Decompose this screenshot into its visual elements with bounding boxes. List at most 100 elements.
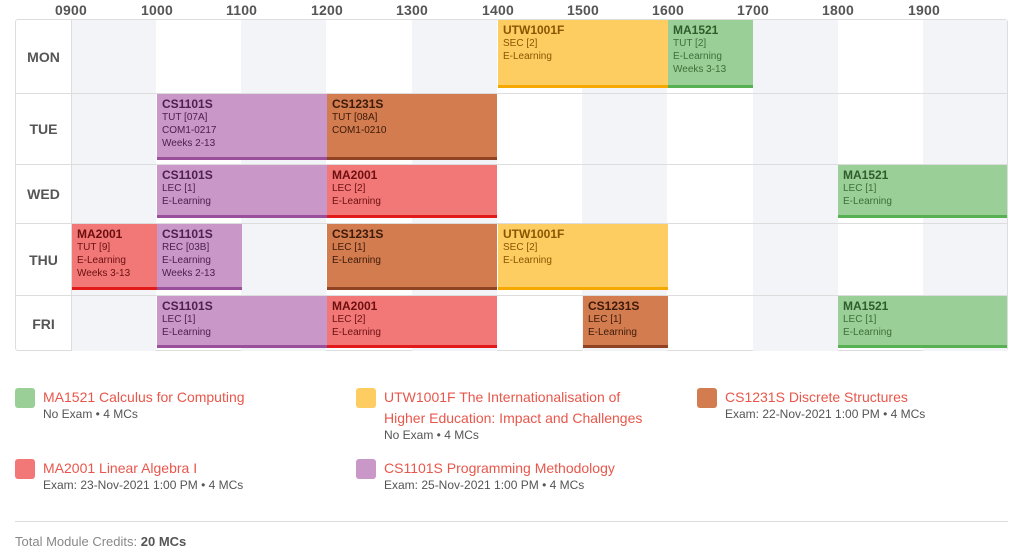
day-row-wed: WED CS1101S LEC [1] E-Learning MA2001 LE… (16, 164, 1007, 223)
lesson-venue: E-Learning (673, 51, 722, 62)
lesson-type: LEC [1] (162, 314, 196, 325)
lesson-cell[interactable]: MA2001 LEC [2] E-Learning (327, 165, 497, 218)
lesson-cell[interactable]: CS1101S LEC [1] E-Learning (157, 296, 327, 348)
module-title-link[interactable]: CS1231S Discrete Structures (725, 387, 908, 408)
lesson-type: SEC [2] (503, 242, 538, 253)
module-exam-info: Exam: 25-Nov-2021 1:00 PM • 4 MCs (384, 478, 585, 492)
total-credits: Total Module Credits: 20 MCs (15, 534, 186, 549)
lesson-cell[interactable]: MA1521 TUT [2] E-Learning Weeks 3-13 (668, 20, 753, 88)
total-credits-label: Total Module Credits: (15, 534, 138, 549)
hour-label: 1200 (311, 2, 343, 18)
module-item-cs1101s: CS1101S Programming Methodology Exam: 25… (356, 457, 686, 497)
lesson-cell[interactable]: UTW1001F SEC [2] E-Learning (498, 224, 668, 290)
lesson-code: MA2001 (77, 227, 123, 241)
module-title-link[interactable]: MA1521 Calculus for Computing (43, 387, 245, 408)
hour-label: 1700 (737, 2, 769, 18)
lesson-type: SEC [2] (503, 38, 538, 49)
day-row-tue: TUE CS1101S TUT [07A] COM1-0217 Weeks 2-… (16, 93, 1007, 164)
lesson-weeks: Weeks 2-13 (162, 268, 216, 279)
lesson-type: TUT [2] (673, 38, 707, 49)
lesson-cell[interactable]: CS1101S TUT [07A] COM1-0217 Weeks 2-13 (157, 94, 327, 160)
hour-label: 1600 (652, 2, 684, 18)
lesson-venue: COM1-0210 (332, 125, 387, 136)
lesson-venue: E-Learning (503, 51, 552, 62)
lesson-type: LEC [1] (843, 183, 877, 194)
hour-label: 1800 (822, 2, 854, 18)
lesson-cell[interactable]: MA1521 LEC [1] E-Learning (838, 296, 1007, 348)
day-label: WED (16, 165, 72, 223)
lesson-venue: E-Learning (843, 327, 892, 338)
lesson-type: TUT [9] (77, 242, 111, 253)
lesson-type: LEC [2] (332, 314, 366, 325)
day-row-mon: MON UTW1001F SEC [2] E-Learning MA1521 T… (16, 20, 1007, 93)
lesson-cell[interactable]: CS1101S REC [03B] E-Learning Weeks 2-13 (157, 224, 242, 290)
lesson-cell[interactable]: CS1231S LEC [1] E-Learning (583, 296, 668, 348)
day-label: TUE (16, 94, 72, 164)
lesson-cell[interactable]: MA2001 TUT [9] E-Learning Weeks 3-13 (72, 224, 157, 290)
lesson-venue: COM1-0217 (162, 125, 217, 136)
lesson-weeks: Weeks 3-13 (673, 64, 727, 75)
lesson-weeks: Weeks 3-13 (77, 268, 131, 279)
lesson-code: MA1521 (843, 168, 889, 182)
module-title-link[interactable]: MA2001 Linear Algebra I (43, 458, 197, 479)
module-exam-info: No Exam • 4 MCs (43, 407, 138, 421)
module-item-cs1231s: CS1231S Discrete Structures Exam: 22-Nov… (697, 386, 1008, 446)
lesson-cell[interactable]: MA2001 LEC [2] E-Learning (327, 296, 497, 348)
color-swatch[interactable] (356, 459, 376, 479)
day-label: MON (16, 20, 72, 93)
module-exam-info: No Exam • 4 MCs (384, 428, 479, 442)
lesson-venue: E-Learning (162, 255, 211, 266)
lesson-cell[interactable]: CS1101S LEC [1] E-Learning (157, 165, 327, 218)
lesson-type: LEC [2] (332, 183, 366, 194)
day-label: FRI (16, 296, 72, 351)
lesson-venue: E-Learning (162, 327, 211, 338)
lesson-venue: E-Learning (843, 196, 892, 207)
module-item-utw1001f: UTW1001F The Internationalisation of Hig… (356, 386, 686, 446)
hour-label: 1300 (396, 2, 428, 18)
module-exam-info: Exam: 22-Nov-2021 1:00 PM • 4 MCs (725, 407, 926, 421)
lesson-code: CS1101S (162, 227, 213, 241)
footer-divider (15, 521, 1008, 522)
color-swatch[interactable] (356, 388, 376, 408)
day-label: THU (16, 224, 72, 295)
day-row-thu: THU MA2001 TUT [9] E-Learning Weeks 3-13… (16, 223, 1007, 295)
lesson-venue: E-Learning (332, 196, 381, 207)
lesson-venue: E-Learning (503, 255, 552, 266)
hour-label: 0900 (55, 2, 87, 18)
hour-label: 1500 (567, 2, 599, 18)
color-swatch[interactable] (15, 459, 35, 479)
color-swatch[interactable] (15, 388, 35, 408)
day-row-fri: FRI CS1101S LEC [1] E-Learning MA2001 LE… (16, 295, 1007, 351)
module-item-ma2001: MA2001 Linear Algebra I Exam: 23-Nov-202… (15, 457, 345, 497)
color-swatch[interactable] (697, 388, 717, 408)
hour-label: 1000 (141, 2, 173, 18)
lesson-cell[interactable]: UTW1001F SEC [2] E-Learning (498, 20, 668, 88)
lesson-venue: E-Learning (162, 196, 211, 207)
module-title-link[interactable]: CS1101S Programming Methodology (384, 458, 615, 479)
hour-header: 0900 1000 1100 1200 1300 1400 1500 1600 … (0, 0, 1024, 18)
lesson-code: UTW1001F (503, 23, 565, 37)
lesson-type: REC [03B] (162, 242, 210, 253)
lesson-code: MA2001 (332, 168, 378, 182)
lesson-code: UTW1001F (503, 227, 565, 241)
hour-label: 1100 (226, 2, 258, 18)
module-item-ma1521: MA1521 Calculus for Computing No Exam • … (15, 386, 345, 446)
lesson-code: CS1101S (162, 299, 213, 313)
hour-label: 1400 (482, 2, 514, 18)
lesson-cell[interactable]: MA1521 LEC [1] E-Learning (838, 165, 1007, 218)
lesson-code: CS1231S (332, 97, 384, 111)
lesson-type: LEC [1] (162, 183, 196, 194)
module-exam-info: Exam: 23-Nov-2021 1:00 PM • 4 MCs (43, 478, 244, 492)
lesson-code: MA2001 (332, 299, 378, 313)
lesson-venue: E-Learning (332, 255, 381, 266)
lesson-venue: E-Learning (588, 327, 637, 338)
lesson-cell[interactable]: CS1231S LEC [1] E-Learning (327, 224, 497, 290)
lesson-venue: E-Learning (77, 255, 126, 266)
module-title-link[interactable]: UTW1001F The Internationalisation of Hig… (384, 387, 642, 429)
hour-label: 1900 (908, 2, 940, 18)
lesson-code: MA1521 (673, 23, 719, 37)
lesson-code: CS1101S (162, 97, 213, 111)
lesson-type: TUT [07A] (162, 112, 208, 123)
lesson-cell[interactable]: CS1231S TUT [08A] COM1-0210 (327, 94, 497, 160)
lesson-code: MA1521 (843, 299, 889, 313)
